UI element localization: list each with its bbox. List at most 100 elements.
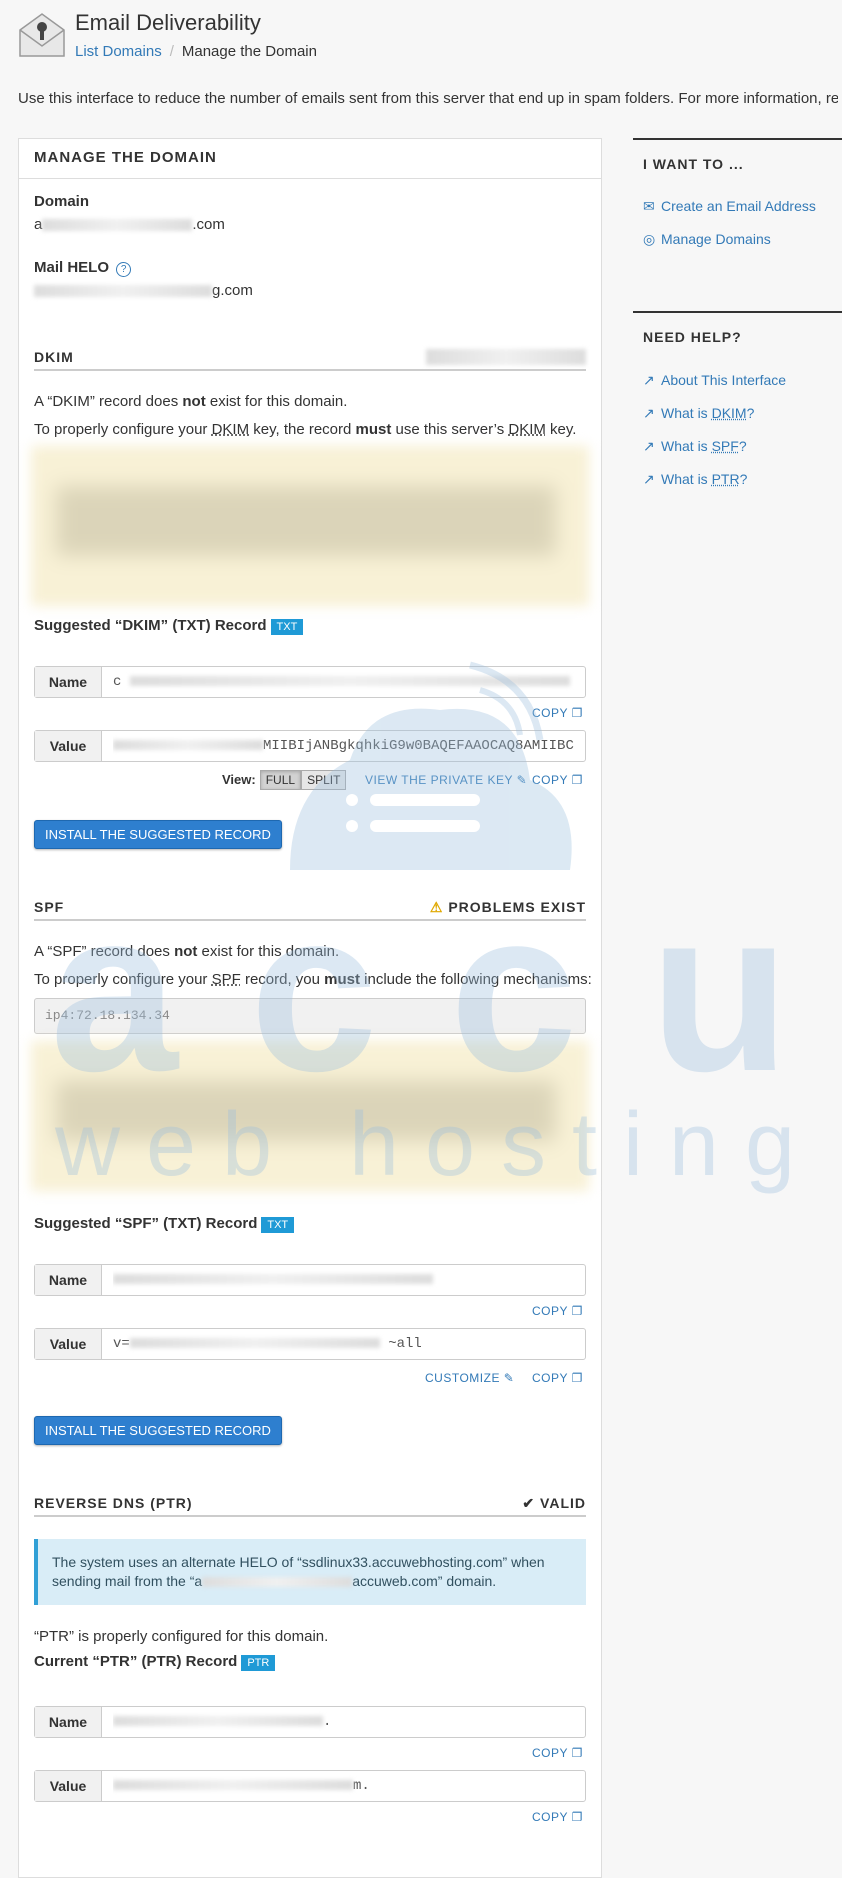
- breadcrumb: List Domains / Manage the Domain: [75, 43, 317, 60]
- external-link-icon: ↗: [643, 438, 655, 454]
- domain-value-suffix: .com: [192, 216, 225, 233]
- pencil-icon: ✎: [516, 773, 528, 787]
- copy-icon: ❐: [571, 1746, 583, 1760]
- what-is-dkim-post: ?: [746, 405, 755, 421]
- spf-name-copy-button[interactable]: COPY ❐: [532, 1304, 583, 1318]
- spf-name-field[interactable]: Name: [34, 1264, 586, 1296]
- external-link-icon: ↗: [643, 372, 655, 388]
- intro-text: Use this interface to reduce the number …: [18, 90, 838, 107]
- what-is-spf-link[interactable]: ↗ What is SPF?: [643, 438, 747, 455]
- dkim-name-value-text: c: [113, 674, 122, 690]
- copy-icon: ❐: [571, 1371, 583, 1385]
- breadcrumb-list-domains-link[interactable]: List Domains: [75, 43, 162, 60]
- dkim-value-label: Value: [35, 731, 102, 761]
- ptr-value-value[interactable]: m.: [113, 1771, 579, 1801]
- ptr-alert-line2: sending mail from the “a accuweb.com” dom…: [52, 1572, 572, 1591]
- ptr-current-label-text: Current “PTR” (PTR) Record: [34, 1653, 238, 1670]
- ptr-name-label: Name: [35, 1707, 102, 1737]
- ptr-value-text: m.: [353, 1778, 370, 1794]
- spf-status-text: PROBLEMS EXIST: [448, 899, 586, 915]
- redacted-domain: [42, 219, 193, 232]
- spf-name-label: Name: [35, 1265, 102, 1295]
- spf-abbr: SPF: [211, 971, 241, 988]
- what-is-ptr-abbr: PTR: [711, 471, 740, 487]
- external-link-icon: ↗: [643, 471, 655, 487]
- copy-icon: ❐: [571, 1810, 583, 1824]
- dkim-status-line: A “DKIM” record does not exist for this …: [34, 393, 347, 410]
- dkim-name-field[interactable]: Name c: [34, 666, 586, 698]
- copy-label: COPY: [532, 773, 568, 787]
- spf-blurred-block: [31, 1041, 589, 1191]
- dkim-blurred-block: [31, 446, 589, 606]
- spf-value-label: Value: [35, 1329, 102, 1359]
- globe-icon: ◎: [643, 231, 656, 247]
- dkim-line2-bold: must: [355, 421, 392, 438]
- page-header: Email Deliverability List Domains / Manage…: [0, 0, 842, 70]
- ptr-configured-text: “PTR” is properly configured for this do…: [34, 1628, 329, 1645]
- spf-line1-pre: A “SPF” record does: [34, 943, 175, 960]
- dkim-value-value[interactable]: MIIBIjANBgkqhkiG9w0BAQEFAAOCAQ8AMIIBC: [113, 731, 579, 761]
- view-full-button[interactable]: FULL: [259, 770, 302, 790]
- spf-name-value[interactable]: [113, 1265, 579, 1295]
- help-question-icon[interactable]: ?: [116, 262, 132, 277]
- what-is-dkim-abbr: DKIM: [711, 405, 747, 421]
- view-private-key-link[interactable]: VIEW THE PRIVATE KEY ✎: [365, 773, 527, 787]
- about-interface-link[interactable]: ↗ About This Interface: [643, 372, 786, 389]
- dkim-view-toggle: View: FULL SPLIT: [222, 770, 347, 790]
- pencil-icon: ✎: [503, 1371, 515, 1385]
- ptr-title-text: REVERSE DNS (PTR): [34, 1495, 193, 1511]
- panel-title: MANAGE THE DOMAIN: [19, 139, 601, 179]
- copy-label: COPY: [532, 1304, 568, 1318]
- dkim-name-copy-button[interactable]: COPY ❐: [532, 706, 583, 720]
- what-is-ptr-pre: What is: [661, 471, 712, 487]
- what-is-ptr-link[interactable]: ↗ What is PTR?: [643, 471, 747, 488]
- domain-value: a .com: [34, 216, 225, 233]
- dkim-instructions-line: To properly configure your DKIM key, the…: [34, 421, 576, 438]
- spf-customize-link[interactable]: CUSTOMIZE ✎: [425, 1371, 514, 1385]
- ptr-alert-line2-pre: sending mail from the “a: [52, 1573, 203, 1589]
- spf-instructions-line: To properly configure your SPF record, y…: [34, 971, 592, 988]
- manage-domains-link[interactable]: ◎ Manage Domains: [643, 231, 771, 248]
- copy-label: COPY: [532, 1746, 568, 1760]
- what-is-dkim-link[interactable]: ↗ What is DKIM?: [643, 405, 754, 422]
- create-email-link[interactable]: ✉ Create an Email Address: [643, 198, 816, 215]
- ptr-value-field[interactable]: Value m.: [34, 1770, 586, 1802]
- dkim-name-value[interactable]: c: [113, 667, 579, 697]
- external-link-icon: ↗: [643, 405, 655, 421]
- ptr-name-value[interactable]: .: [113, 1707, 579, 1737]
- view-split-button[interactable]: SPLIT: [301, 770, 347, 790]
- dkim-line1-pre: A “DKIM” record does: [34, 393, 183, 410]
- mail-helo-label-text: Mail HELO: [34, 259, 110, 276]
- manage-domains-label: Manage Domains: [661, 231, 771, 247]
- dkim-line2-mid: key, the record: [249, 421, 356, 438]
- spf-line2-mid: record, you: [240, 971, 325, 988]
- spf-value-value[interactable]: v= ~all: [113, 1329, 579, 1359]
- ptr-value-copy-button[interactable]: COPY ❐: [532, 1810, 583, 1824]
- mail-helo-label: Mail HELO ?: [34, 259, 132, 277]
- spf-mechanism-field[interactable]: ip4:72.18.134.34: [34, 998, 586, 1034]
- domain-value-first-letter: a: [34, 216, 43, 233]
- dkim-status-redacted: [426, 349, 586, 365]
- dkim-suggested-label-text: Suggested “DKIM” (TXT) Record: [34, 617, 267, 634]
- spf-line1-post: exist for this domain.: [197, 943, 340, 960]
- view-label: View:: [222, 772, 256, 787]
- spf-value-prefix: v=: [113, 1336, 130, 1352]
- ptr-info-alert: The system uses an alternate HELO of “ss…: [34, 1539, 586, 1605]
- ptr-badge: PTR: [241, 1655, 276, 1671]
- dkim-install-button[interactable]: INSTALL THE SUGGESTED RECORD: [34, 820, 282, 849]
- ptr-name-field[interactable]: Name .: [34, 1706, 586, 1738]
- dkim-value-field[interactable]: Value MIIBIjANBgkqhkiG9w0BAQEFAAOCAQ8AMI…: [34, 730, 586, 762]
- ptr-name-copy-button[interactable]: COPY ❐: [532, 1746, 583, 1760]
- spf-section-title: SPF ⚠ PROBLEMS EXIST: [34, 899, 586, 921]
- spf-install-button[interactable]: INSTALL THE SUGGESTED RECORD: [34, 1416, 282, 1445]
- dkim-line2-post: key.: [545, 421, 577, 438]
- ptr-name-value-text: .: [323, 1714, 332, 1730]
- dkim-line2-mid2: use this server’s: [391, 421, 509, 438]
- spf-value-copy-button[interactable]: COPY ❐: [532, 1371, 583, 1385]
- ptr-alert-line2-post: accuweb.com” domain.: [352, 1573, 497, 1589]
- copy-icon: ❐: [571, 1304, 583, 1318]
- spf-txt-badge: TXT: [261, 1217, 295, 1233]
- dkim-value-copy-button[interactable]: COPY ❐: [532, 773, 583, 787]
- i-want-to-heading: I WANT TO ...: [633, 138, 842, 172]
- spf-value-field[interactable]: Value v= ~all: [34, 1328, 586, 1360]
